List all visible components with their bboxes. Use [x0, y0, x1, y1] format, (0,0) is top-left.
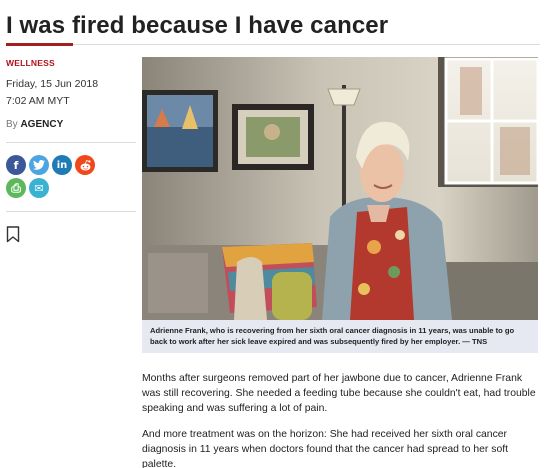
meta-divider: [6, 142, 136, 143]
author-link[interactable]: AGENCY: [20, 119, 63, 130]
email-share-button[interactable]: ✉: [29, 178, 49, 198]
article-title: I was fired because I have cancer: [6, 12, 389, 39]
facebook-icon: f: [13, 158, 19, 172]
facebook-share-button[interactable]: f: [6, 155, 26, 175]
byline-prefix: By: [6, 119, 18, 130]
title-divider: [73, 44, 540, 45]
reddit-share-button[interactable]: [75, 155, 95, 175]
share-divider: [6, 211, 136, 212]
print-button[interactable]: ⎙: [6, 178, 26, 198]
article-meta-sidebar: WELLNESS Friday, 15 Jun 2018 7:02 AM MYT…: [6, 58, 136, 248]
publish-time: 7:02 AM MYT: [6, 95, 70, 107]
article-body: Months after surgeons removed part of he…: [142, 371, 540, 468]
twitter-share-button[interactable]: [29, 155, 49, 175]
bookmark-icon[interactable]: [6, 226, 20, 243]
article-photo: [142, 57, 538, 320]
twitter-icon: [33, 160, 45, 170]
photo-caption: Adrienne Frank, who is recovering from h…: [142, 320, 538, 353]
article-paragraph: Months after surgeons removed part of he…: [142, 373, 536, 414]
reddit-icon: [80, 159, 91, 170]
byline: By AGENCY: [6, 119, 136, 130]
print-icon: ⎙: [11, 180, 21, 195]
email-icon: ✉: [34, 181, 44, 195]
share-buttons: f in ⎙ ✉: [6, 155, 110, 198]
linkedin-icon: in: [56, 159, 68, 171]
linkedin-share-button[interactable]: in: [52, 155, 72, 175]
article-paragraph: And more treatment was on the horizon: S…: [142, 429, 509, 468]
category-link[interactable]: WELLNESS: [6, 58, 136, 68]
title-accent-rule: [6, 43, 73, 46]
publish-date: Friday, 15 Jun 2018: [6, 78, 99, 90]
